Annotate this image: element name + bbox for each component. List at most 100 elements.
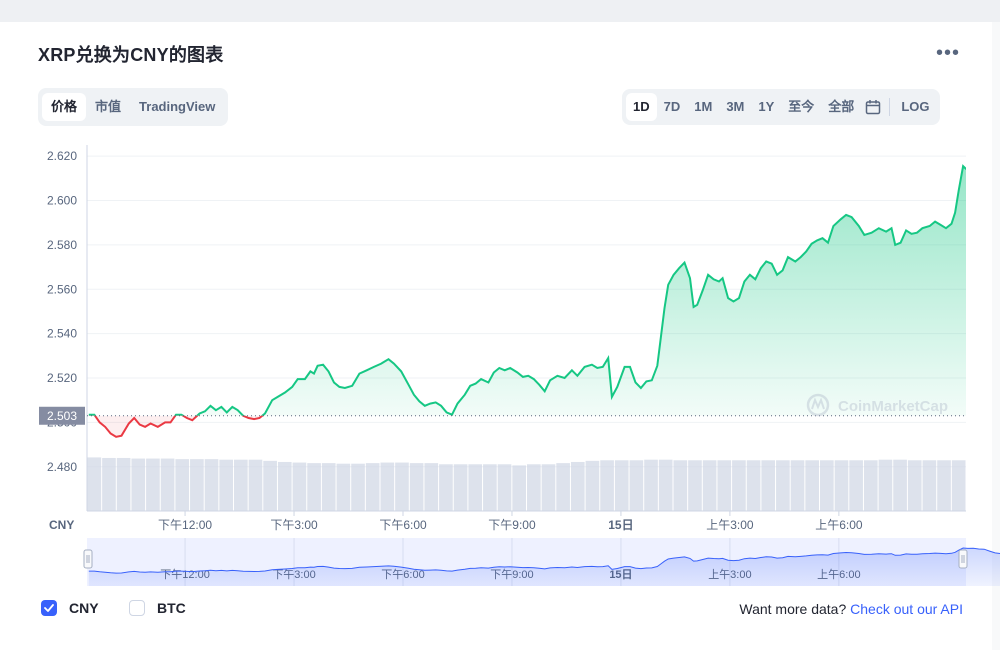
volume-bar [907, 460, 922, 511]
btc-toggle[interactable]: BTC [129, 600, 186, 616]
volume-bar [277, 461, 292, 511]
volume-bar [746, 460, 761, 511]
volume-bar [937, 460, 951, 511]
x-tick-label: 下午9:00 [488, 518, 536, 532]
y-tick-label: 2.480 [47, 460, 77, 474]
volume-bar [204, 459, 219, 511]
more-data-question: Want more data? [739, 601, 847, 617]
range-1y[interactable]: 1Y [751, 93, 781, 121]
btc-label: BTC [157, 600, 186, 616]
price-area-up [88, 166, 966, 416]
volume-bar [834, 460, 849, 511]
range-all[interactable]: 全部 [821, 93, 861, 121]
volume-bar [878, 459, 893, 511]
volume-bar [336, 463, 351, 511]
y-tick-label: 2.540 [47, 327, 77, 341]
volume-bar [160, 458, 175, 511]
volume-bar [556, 463, 570, 511]
watermark-text: CoinMarketCap [838, 398, 948, 415]
volume-bar [922, 460, 937, 511]
y-tick-label: 2.600 [47, 193, 77, 207]
cny-toggle[interactable]: CNY [41, 600, 99, 616]
current-price-label: 2.503 [47, 409, 77, 423]
volume-bar [644, 459, 658, 511]
volume-bar [365, 463, 380, 511]
calendar-icon[interactable] [861, 93, 885, 121]
volume-bar [541, 464, 556, 511]
tab-market-cap[interactable]: 市值 [86, 93, 130, 121]
volume-bar [717, 460, 732, 511]
volume-bar [776, 460, 790, 511]
navigator-handle-icon [83, 549, 93, 569]
x-tick-label: 下午3:00 [270, 518, 318, 532]
check-icon[interactable] [41, 600, 57, 616]
price-chart[interactable]: 2.4802.5002.5202.5402.5602.5802.6002.620… [0, 130, 1000, 592]
x-tick-label: 上午3:00 [706, 518, 754, 532]
api-link[interactable]: Check out our API [850, 601, 963, 617]
tab-tradingview[interactable]: TradingView [130, 93, 224, 121]
navigator-handle-icon [958, 549, 968, 569]
range-ytd[interactable]: 至今 [781, 93, 821, 121]
volume-bar [688, 460, 702, 511]
volume-bar [658, 459, 673, 511]
top-strip [0, 0, 1000, 22]
cny-label: CNY [69, 600, 99, 616]
volume-bar [102, 457, 116, 511]
volume-bar [439, 464, 453, 511]
log-toggle[interactable]: LOG [894, 93, 936, 121]
volume-bar [87, 457, 102, 511]
range-selector: 1D 7D 1M 3M 1Y 至今 全部 LOG [622, 89, 941, 125]
x-axis-label: CNY [49, 518, 74, 532]
volume-bar [146, 458, 160, 511]
x-tick-label: 下午12:00 [158, 518, 212, 532]
range-7d[interactable]: 7D [657, 93, 688, 121]
volume-bar [570, 461, 585, 511]
checkbox-empty-icon[interactable] [129, 600, 145, 616]
volume-bar [629, 460, 644, 511]
range-1m[interactable]: 1M [687, 93, 719, 121]
volume-bar [321, 463, 336, 511]
volume-bar [673, 460, 688, 511]
more-horizontal-icon[interactable]: ••• [936, 42, 960, 65]
volume-bar [131, 458, 146, 511]
volume-bar [702, 460, 717, 511]
volume-bar [893, 459, 907, 511]
volume-bar [292, 462, 307, 511]
volume-bar [614, 460, 629, 511]
y-tick-label: 2.580 [47, 238, 77, 252]
volume-bar [116, 457, 131, 511]
volume-bar [234, 459, 248, 511]
volume-bar [351, 463, 365, 511]
more-data-text: Want more data? Check out our API [739, 601, 963, 617]
y-tick-label: 2.520 [47, 371, 77, 385]
volume-bar [307, 463, 321, 511]
volume-bar [849, 460, 863, 511]
tab-price[interactable]: 价格 [42, 93, 87, 121]
range-1d[interactable]: 1D [626, 93, 657, 121]
volume-bar [497, 464, 512, 511]
volume-bar [805, 460, 819, 511]
range-divider [889, 98, 891, 116]
navigator-handle-left[interactable] [83, 549, 93, 569]
volume-bar [219, 459, 233, 511]
x-tick-label: 15日 [608, 518, 633, 532]
y-tick-label: 2.560 [47, 282, 77, 296]
navigator-handle-right[interactable] [958, 549, 968, 569]
volume-bar [424, 463, 439, 511]
volume-bar [527, 464, 541, 511]
volume-bar [585, 460, 600, 511]
volume-bar [761, 460, 776, 511]
volume-bar [483, 464, 497, 511]
volume-bar [820, 460, 834, 511]
x-tick-label: 下午6:00 [379, 518, 427, 532]
y-tick-label: 2.620 [47, 149, 77, 163]
volume-bar [380, 462, 395, 511]
volume-bar [263, 460, 277, 511]
volume-bar [248, 459, 263, 511]
x-tick-label: 上午6:00 [815, 518, 863, 532]
volume-bar [409, 463, 424, 511]
volume-bar [175, 459, 190, 511]
range-3m[interactable]: 3M [719, 93, 751, 121]
volume-bar [512, 465, 526, 511]
volume-bar [453, 464, 468, 511]
